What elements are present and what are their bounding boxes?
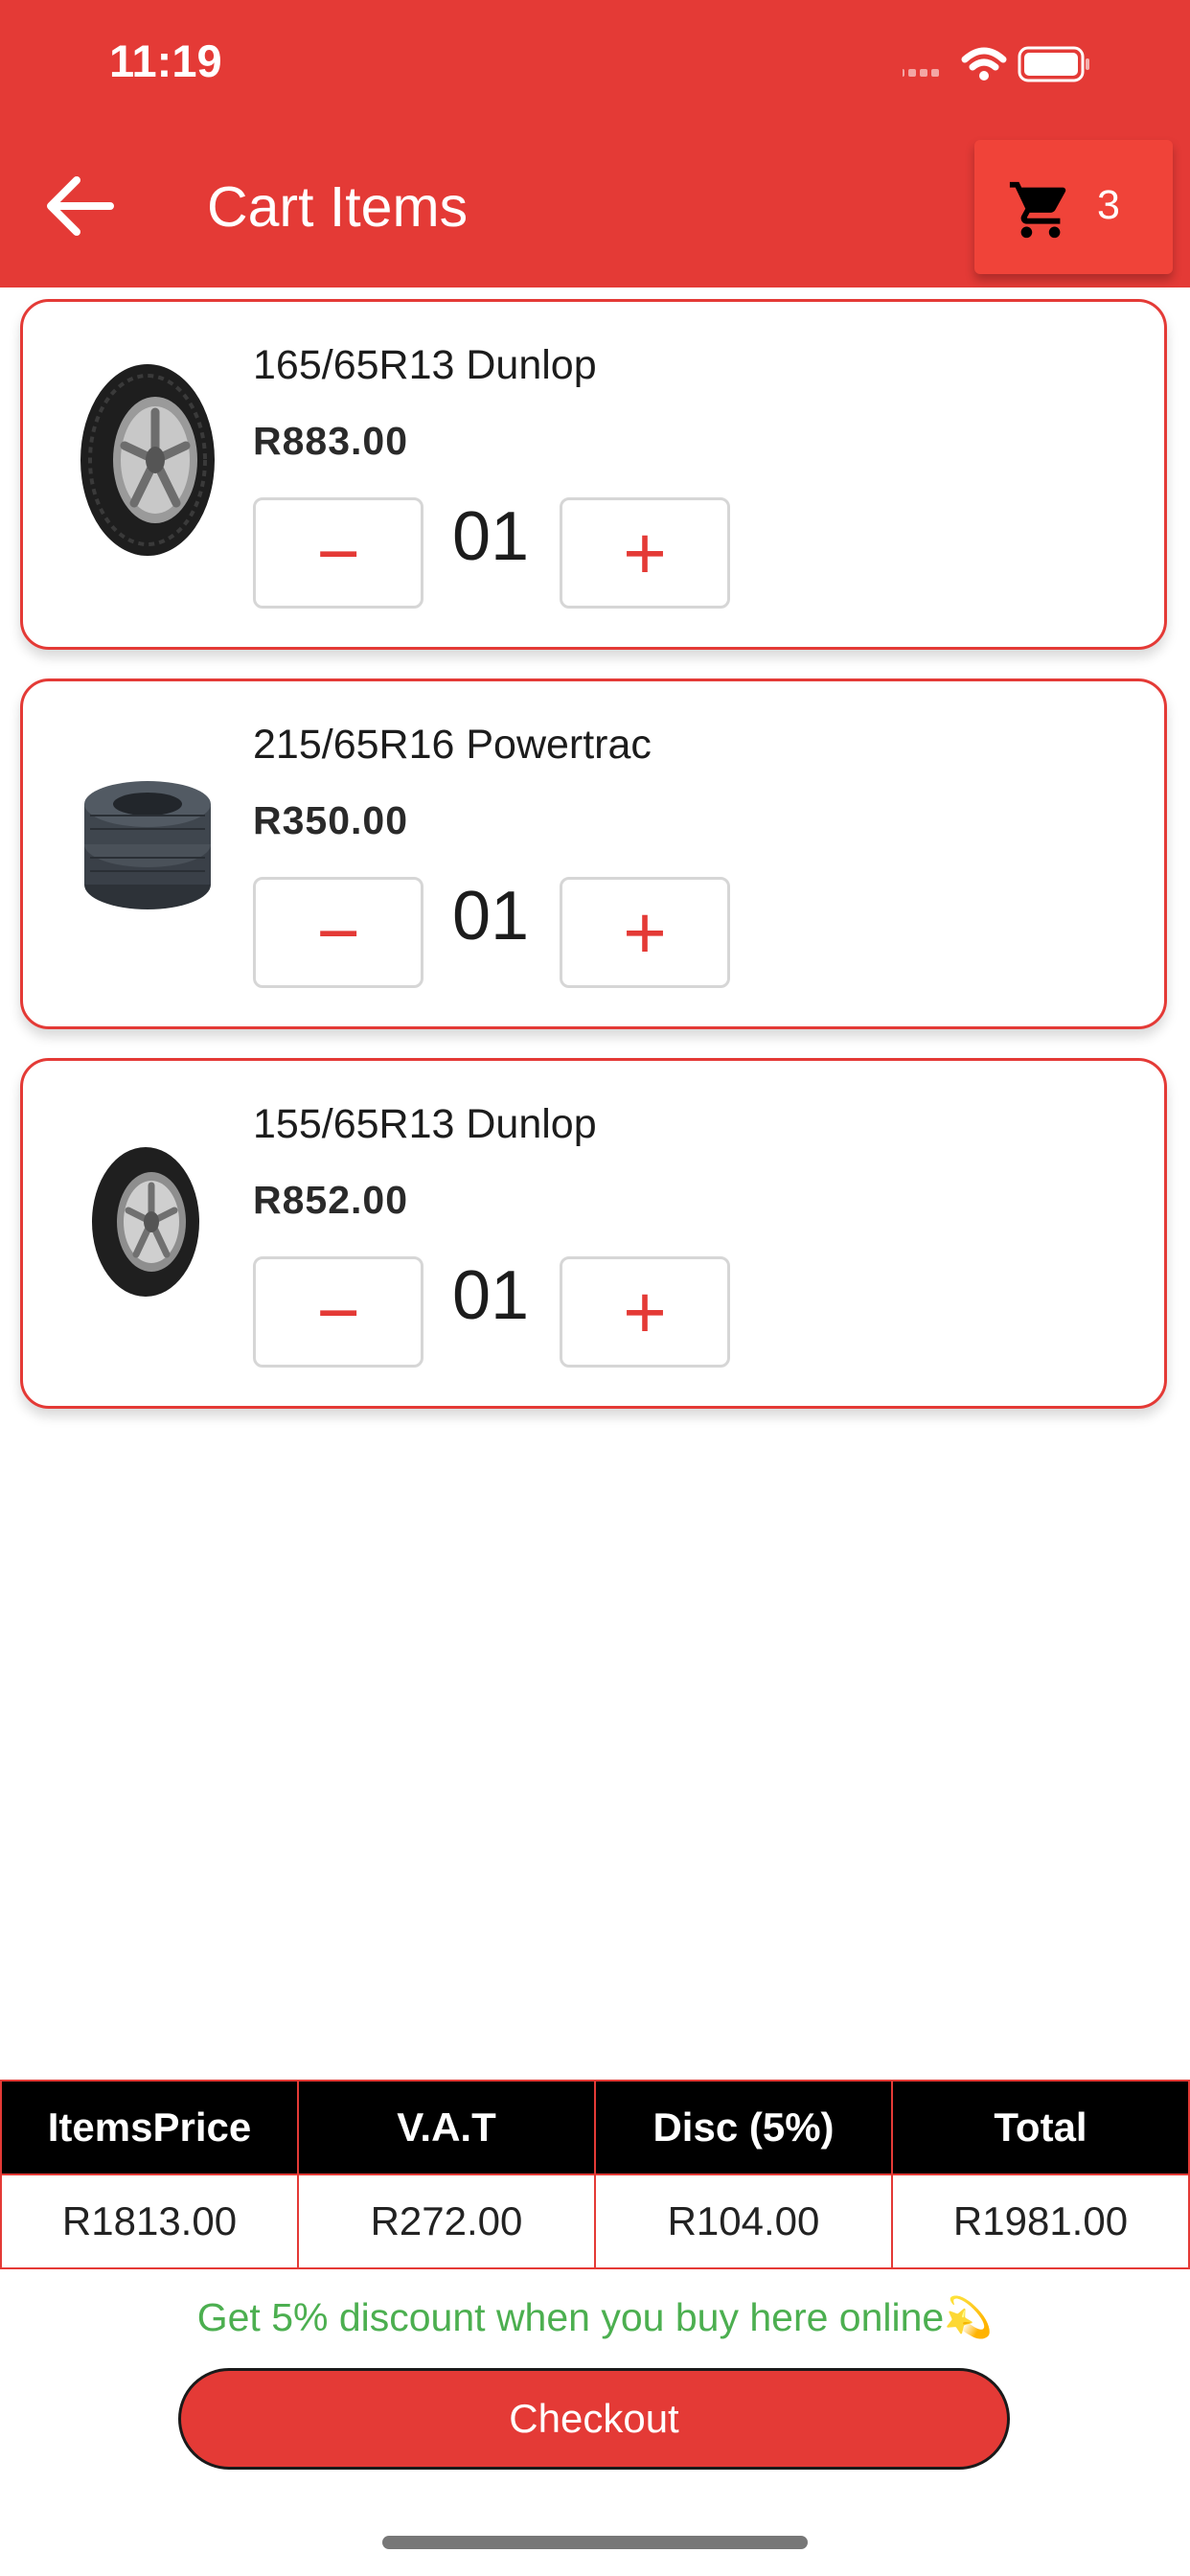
checkout-button[interactable]: Checkout (178, 2368, 1010, 2470)
tyre-image (92, 1147, 199, 1297)
cart-item-card: 165/65R13 Dunlop R883.00 − 01 + (20, 299, 1167, 650)
home-indicator[interactable] (382, 2536, 808, 2549)
minus-icon: − (316, 890, 360, 975)
item-name: 155/65R13 Dunlop (253, 1101, 597, 1147)
status-icons (903, 46, 1089, 82)
total-header: Total (891, 2080, 1190, 2175)
summary-value-row: R1813.00 R272.00 R104.00 R1981.00 (0, 2174, 1190, 2269)
increase-quantity-button[interactable]: + (560, 877, 730, 988)
item-quantity: 01 (452, 1257, 530, 1334)
tyre-image (84, 781, 211, 909)
increase-quantity-button[interactable]: + (560, 1256, 730, 1368)
total-value: R1981.00 (891, 2174, 1190, 2269)
minus-icon: − (316, 1270, 360, 1354)
plus-icon: + (623, 511, 667, 595)
item-price: R852.00 (253, 1178, 409, 1222)
plus-icon: + (623, 890, 667, 975)
shopping-cart-icon (1009, 181, 1066, 239)
vat-header: V.A.T (297, 2080, 596, 2175)
minus-icon: − (316, 511, 360, 595)
item-price: R350.00 (253, 798, 409, 842)
cart-count-badge: 3 (1097, 182, 1120, 228)
item-price: R883.00 (253, 419, 409, 463)
back-arrow-icon[interactable] (38, 163, 125, 249)
item-quantity: 01 (452, 878, 530, 954)
cart-item-card: 215/65R16 Powertrac R350.00 − 01 + (20, 678, 1167, 1029)
decrease-quantity-button[interactable]: − (253, 877, 423, 988)
item-quantity: 01 (452, 498, 530, 575)
vat-value: R272.00 (297, 2174, 596, 2269)
increase-quantity-button[interactable]: + (560, 497, 730, 609)
summary-header-row: ItemsPrice V.A.T Disc (5%) Total (0, 2080, 1190, 2175)
decrease-quantity-button[interactable]: − (253, 497, 423, 609)
page-title: Cart Items (207, 175, 469, 239)
app-header: 11:19 Cart Items 3 (0, 0, 1190, 288)
checkout-label: Checkout (509, 2396, 679, 2441)
tyre-image (80, 364, 215, 556)
item-name: 215/65R16 Powertrac (253, 722, 652, 768)
status-time: 11:19 (109, 35, 222, 86)
cart-button[interactable]: 3 (974, 140, 1173, 274)
plus-icon: + (623, 1270, 667, 1354)
discount-header: Disc (5%) (594, 2080, 893, 2175)
cart-item-card: 155/65R13 Dunlop R852.00 − 01 + (20, 1058, 1167, 1409)
price-summary-table: ItemsPrice V.A.T Disc (5%) Total R1813.0… (0, 2080, 1190, 2269)
discount-value: R104.00 (594, 2174, 893, 2269)
items-price-header: ItemsPrice (0, 2080, 299, 2175)
decrease-quantity-button[interactable]: − (253, 1256, 423, 1368)
discount-promo-text: Get 5% discount when you buy here online… (196, 2295, 994, 2339)
item-name: 165/65R13 Dunlop (253, 342, 597, 388)
items-price-value: R1813.00 (0, 2174, 299, 2269)
